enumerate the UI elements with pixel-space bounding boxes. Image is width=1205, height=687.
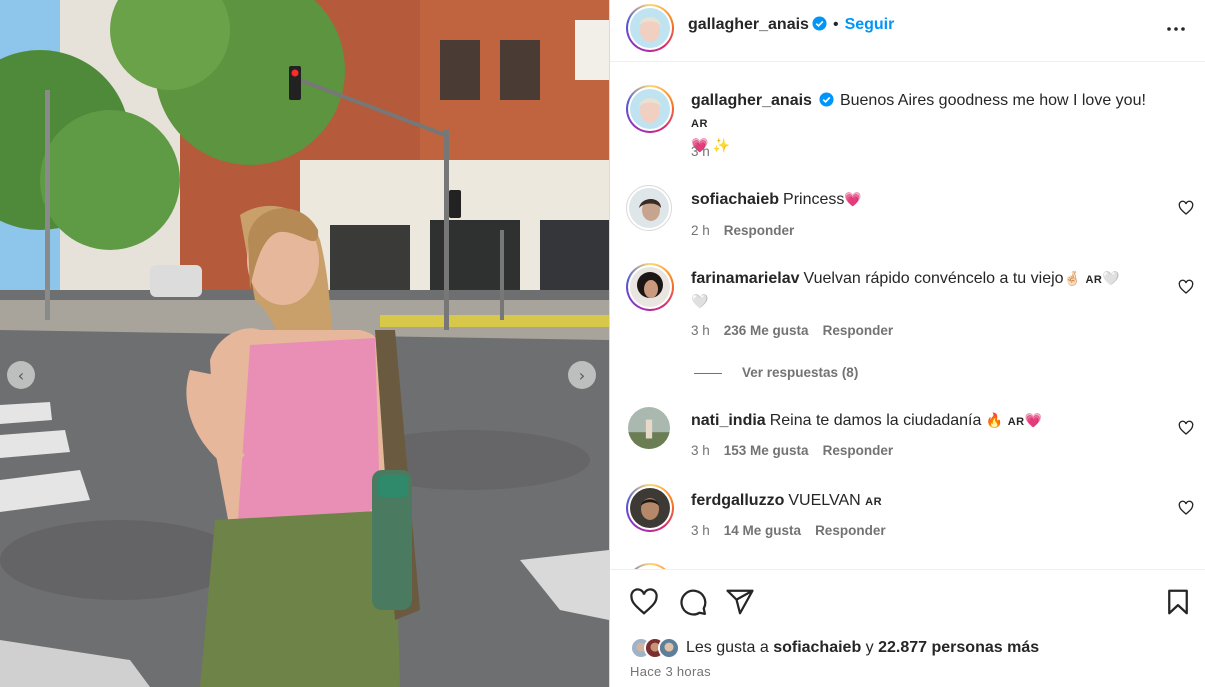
avatar-image <box>630 89 670 129</box>
comment-text: sofiachaieb Princess💗 <box>691 189 1158 211</box>
comment-username[interactable]: nati_india <box>691 412 766 429</box>
comment-time[interactable]: 3 h <box>691 323 710 338</box>
flag-ar: AR <box>1007 416 1025 428</box>
likes-summary[interactable]: Les gusta a sofiachaieb y 22.877 persona… <box>630 636 1039 660</box>
street-photo <box>0 0 609 687</box>
post-actions: Les gusta a sofiachaieb y 22.877 persona… <box>610 569 1205 687</box>
reply-button[interactable]: Responder <box>724 223 795 238</box>
heart-icon[interactable] <box>1178 200 1194 216</box>
comment-emoji-tail: 💗 <box>1024 413 1043 429</box>
comment-avatar[interactable] <box>628 407 670 449</box>
comment-time[interactable]: 3 h <box>691 443 710 458</box>
comment-time[interactable]: 2 h <box>691 223 710 238</box>
comment-meta: 3 h 236 Me gusta Responder <box>691 323 907 338</box>
separator-dot: • <box>832 16 839 33</box>
flag-ar: AR <box>865 496 883 508</box>
comment-meta: 3 h 14 Me gusta Responder <box>691 523 900 538</box>
comment-text: nati_india Reina te damos la ciudadanía 🔥… <box>691 410 1158 433</box>
flag-ar: AR <box>691 118 708 130</box>
view-replies-label: Ver respuestas (8) <box>742 365 859 380</box>
header-username[interactable]: gallagher_anais <box>688 16 809 33</box>
comment-avatar[interactable] <box>626 263 674 311</box>
comment-username[interactable]: ferdgalluzzo <box>691 492 784 509</box>
caption-text: gallagher_anais Buenos Aires goodness me … <box>691 90 1158 157</box>
likes-conj: y <box>865 639 874 656</box>
avatar-image <box>630 488 670 528</box>
post-timestamp[interactable]: Hace 3 horas <box>630 664 711 679</box>
comments-list[interactable]: gallagher_anais Buenos Aires goodness me … <box>610 63 1205 569</box>
comment-avatar[interactable] <box>626 185 672 231</box>
comment-text: ferdgalluzzo VUELVAN AR <box>691 490 1158 513</box>
comment-text: farinamarielav Vuelvan rápido convéncelo … <box>691 268 1158 313</box>
send-icon[interactable] <box>725 587 755 617</box>
comment-icon[interactable] <box>678 587 708 617</box>
likes-count[interactable]: 22.877 personas más <box>878 639 1039 656</box>
reply-button[interactable]: Responder <box>823 323 894 338</box>
comment-emoji: 🤞🏻 <box>1063 271 1081 287</box>
comment-likes[interactable]: 236 Me gusta <box>724 323 809 338</box>
verified-badge-icon <box>812 16 827 31</box>
heart-icon[interactable] <box>1178 500 1194 516</box>
bookmark-icon[interactable] <box>1163 587 1193 617</box>
caption-body: Buenos Aires goodness me how I love you! <box>839 92 1146 109</box>
comment-emoji-line2: 🤍 <box>691 294 709 310</box>
caption-time[interactable]: 3 h <box>691 144 710 159</box>
likes-user[interactable]: sofiachaieb <box>773 639 861 656</box>
view-replies-button[interactable]: Ver respuestas (8) <box>694 365 858 380</box>
post-header: gallagher_anais • Seguir <box>610 0 1205 62</box>
avatar-image <box>629 188 669 228</box>
avatar-image <box>628 407 670 449</box>
header-user-line: gallagher_anais • Seguir <box>688 16 894 34</box>
replies-divider <box>694 372 722 374</box>
comment-likes[interactable]: 14 Me gusta <box>724 523 801 538</box>
post-side-panel: gallagher_anais • Seguir gallagher_anais Bu… <box>609 0 1205 687</box>
comment-body: VUELVAN <box>788 492 861 509</box>
reply-button[interactable]: Responder <box>815 523 886 538</box>
avatar-image <box>630 267 670 307</box>
comment-time[interactable]: 3 h <box>691 523 710 538</box>
likes-text: Les gusta a sofiachaieb y 22.877 persona… <box>686 639 1039 657</box>
chevron-left-icon: ‹ <box>17 365 25 385</box>
caption-meta: 3 h <box>691 144 724 159</box>
author-avatar[interactable] <box>626 4 674 52</box>
comment-emoji-tail: 🤍 <box>1102 271 1120 287</box>
comment-meta: 2 h Responder <box>691 223 808 238</box>
caption-username[interactable]: gallagher_anais <box>691 92 812 109</box>
flag-ar: AR <box>1085 274 1103 286</box>
heart-icon[interactable] <box>629 587 659 617</box>
comment-username[interactable]: sofiachaieb <box>691 191 779 208</box>
follow-button[interactable]: Seguir <box>845 16 895 33</box>
comment-username[interactable]: farinamarielav <box>691 270 800 287</box>
comment-likes[interactable]: 153 Me gusta <box>724 443 809 458</box>
likes-prefix: Les gusta a <box>686 639 769 656</box>
post-image[interactable]: ‹ › <box>0 0 609 687</box>
comment-emoji: 💗 <box>844 192 862 208</box>
carousel-prev-button[interactable]: ‹ <box>7 361 35 389</box>
carousel-next-button[interactable]: › <box>568 361 596 389</box>
comment-body: Vuelvan rápido convéncelo a tu viejo <box>803 270 1064 287</box>
liker-avatar <box>658 637 680 659</box>
heart-icon[interactable] <box>1178 420 1194 436</box>
more-horizontal-icon[interactable] <box>1164 17 1188 41</box>
heart-icon[interactable] <box>1178 279 1194 295</box>
reply-button[interactable]: Responder <box>823 443 894 458</box>
verified-badge-icon <box>819 92 834 107</box>
comment-body: Princess <box>783 191 845 208</box>
comment-meta: 3 h 153 Me gusta Responder <box>691 443 907 458</box>
caption-avatar[interactable] <box>626 85 674 133</box>
comment-emoji: 🔥 <box>985 413 1004 429</box>
comment-body: Reina te damos la ciudadanía <box>769 412 982 429</box>
avatar-image <box>630 8 670 48</box>
chevron-right-icon: › <box>578 365 586 385</box>
comment-avatar[interactable] <box>626 484 674 532</box>
